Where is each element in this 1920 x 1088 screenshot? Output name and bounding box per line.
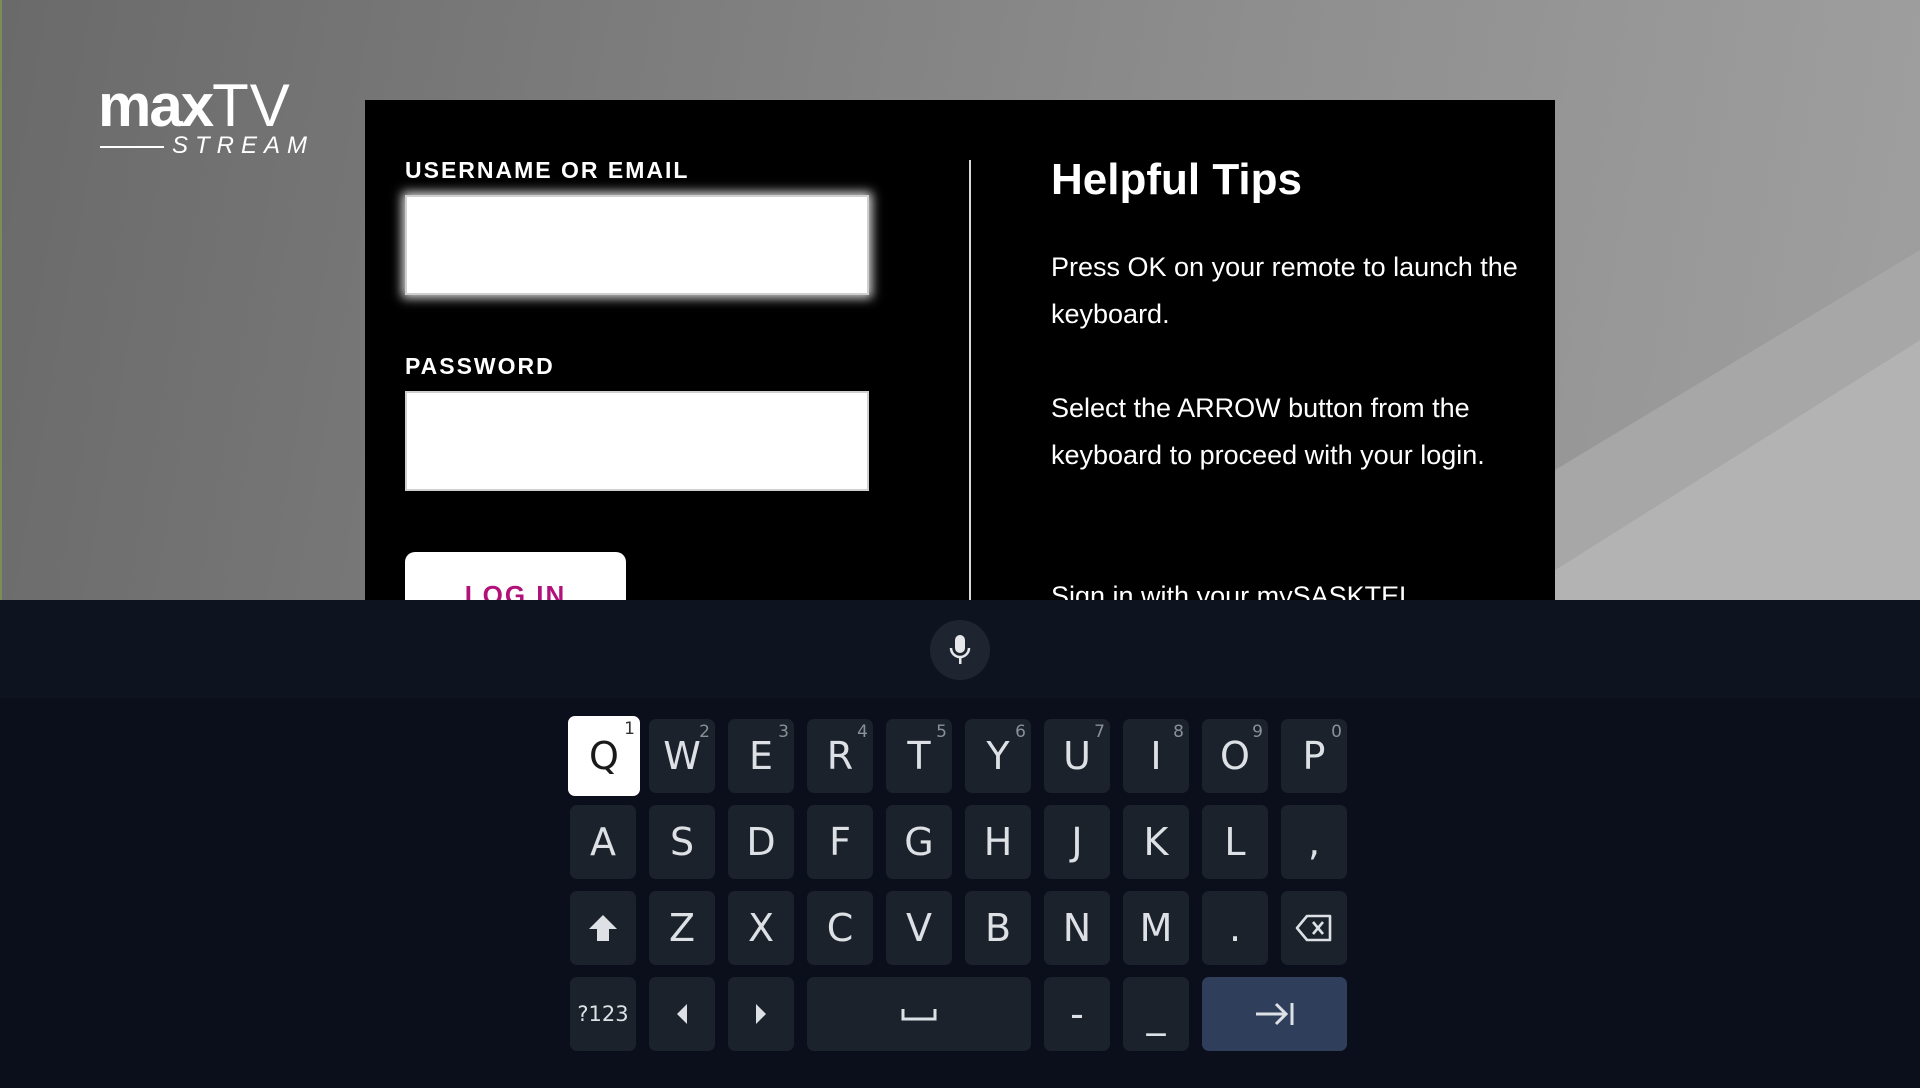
logo-tv-text: TV <box>212 72 291 139</box>
key-s[interactable]: S <box>649 805 715 879</box>
logo-rule <box>100 146 164 148</box>
arrow-to-end-icon <box>1255 1002 1293 1026</box>
backspace-icon <box>1295 914 1332 942</box>
maxtv-stream-logo: maxTV STREAM <box>98 76 333 161</box>
password-label: PASSWORD <box>405 353 555 379</box>
underscore-key[interactable]: _ <box>1123 977 1189 1051</box>
key-j[interactable]: J <box>1044 805 1110 879</box>
key-t[interactable]: T5 <box>886 719 952 793</box>
symbols-key[interactable]: ?123 <box>570 977 636 1051</box>
password-field[interactable] <box>405 391 869 491</box>
backspace-key[interactable] <box>1281 891 1347 965</box>
shift-key[interactable] <box>570 891 636 965</box>
key-h[interactable]: H <box>965 805 1031 879</box>
dash-key[interactable]: - <box>1044 977 1110 1051</box>
logo-max-text: max <box>98 72 214 139</box>
key-d[interactable]: D <box>728 805 794 879</box>
key-z[interactable]: Z <box>649 891 715 965</box>
key-comma[interactable]: , <box>1281 805 1347 879</box>
key-e[interactable]: E3 <box>728 719 794 793</box>
key-g[interactable]: G <box>886 805 952 879</box>
login-card: USERNAME OR EMAIL PASSWORD LOG IN Helpfu… <box>365 100 1555 600</box>
space-bar-icon <box>901 1009 937 1021</box>
logo-stream-text: STREAM <box>172 132 315 159</box>
key-u[interactable]: U7 <box>1044 719 1110 793</box>
left-edge-accent <box>0 0 2 600</box>
tip-text: Press OK on your remote to launch the ke… <box>1051 252 1518 329</box>
key-r[interactable]: R4 <box>807 719 873 793</box>
cursor-left-key[interactable] <box>649 977 715 1051</box>
key-o[interactable]: O9 <box>1202 719 1268 793</box>
triangle-right-icon <box>756 1004 766 1024</box>
triangle-left-icon <box>677 1004 687 1024</box>
username-input[interactable] <box>407 197 867 293</box>
space-key[interactable] <box>807 977 1031 1051</box>
key-v[interactable]: V <box>886 891 952 965</box>
key-m[interactable]: M <box>1123 891 1189 965</box>
key-i[interactable]: I8 <box>1123 719 1189 793</box>
key-p[interactable]: P0 <box>1281 719 1347 793</box>
microphone-button[interactable] <box>930 620 990 680</box>
shift-arrow-icon <box>589 915 617 941</box>
key-c[interactable]: C <box>807 891 873 965</box>
login-button[interactable]: LOG IN <box>405 552 626 600</box>
key-a[interactable]: A <box>570 805 636 879</box>
key-w[interactable]: W2 <box>649 719 715 793</box>
key-q[interactable]: Q1 <box>568 716 640 796</box>
key-l[interactable]: L <box>1202 805 1268 879</box>
key-b[interactable]: B <box>965 891 1031 965</box>
next-arrow-key[interactable] <box>1202 977 1347 1051</box>
username-field[interactable] <box>405 195 869 295</box>
key-f[interactable]: F <box>807 805 873 879</box>
key-period[interactable]: . <box>1202 891 1268 965</box>
username-label: USERNAME OR EMAIL <box>405 157 690 183</box>
microphone-icon <box>949 635 971 664</box>
tip-text: Sign in with your mySASKTEL <box>1051 581 1415 600</box>
cursor-right-key[interactable] <box>728 977 794 1051</box>
password-input[interactable] <box>407 393 867 489</box>
tip-text: Select the ARROW button from the keyboar… <box>1051 393 1485 470</box>
key-x[interactable]: X <box>728 891 794 965</box>
key-n[interactable]: N <box>1044 891 1110 965</box>
card-divider <box>969 160 971 600</box>
key-y[interactable]: Y6 <box>965 719 1031 793</box>
key-k[interactable]: K <box>1123 805 1189 879</box>
helpful-tips-title: Helpful Tips <box>1051 155 1302 204</box>
